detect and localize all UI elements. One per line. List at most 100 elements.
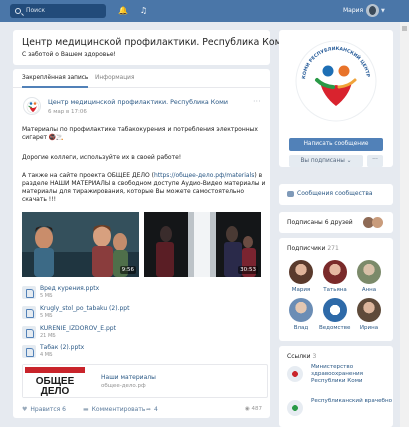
search-input[interactable]: Поиск xyxy=(10,4,106,18)
share-icon: ➦ xyxy=(146,406,152,413)
document-icon xyxy=(22,286,36,299)
post-text-span: А также на сайте проекта ОБЩЕЕ ДЕЛО ( xyxy=(22,172,154,179)
like-button[interactable]: ♥ Нравится 6 xyxy=(22,406,66,413)
subscribed-button[interactable]: Вы подписаны ⌄ xyxy=(289,155,363,167)
link-snippet[interactable]: ОБЩЕЕ ДЕЛО Наши материалы общее-дело.рф xyxy=(22,364,268,398)
links-label: Ссылки xyxy=(287,353,311,360)
link-item[interactable]: Министерство здравоохранения Республики … xyxy=(287,364,391,388)
comment-button[interactable]: ▬ Комментировать xyxy=(83,406,145,413)
file-name[interactable]: Вред курения.pptx xyxy=(40,285,99,292)
scrollbar-thumb[interactable] xyxy=(402,26,407,31)
file-name[interactable]: KURENIE_IZDOROV_E.ppt xyxy=(40,325,116,332)
attached-file[interactable]: KURENIE_IZDOROV_E.ppt 21 МБ xyxy=(22,325,222,343)
subscriber-item[interactable]: Ирина xyxy=(353,298,385,334)
tab-pinned-post[interactable]: Закреплённая запись xyxy=(22,75,89,88)
avatar[interactable] xyxy=(289,298,313,322)
search-placeholder: Поиск xyxy=(26,7,46,14)
subscriber-item[interactable]: Татьяна xyxy=(319,260,351,296)
avatar[interactable] xyxy=(323,298,347,322)
subscriber-item[interactable]: Анна xyxy=(353,260,385,296)
subscriber-name[interactable]: Мария xyxy=(285,287,317,293)
links-title[interactable]: Ссылки 3 xyxy=(287,353,316,360)
subscriber-name[interactable]: Анна xyxy=(353,287,385,293)
tab-information[interactable]: Информация xyxy=(95,75,134,81)
chat-icon xyxy=(287,191,294,197)
file-name[interactable]: Табак (2).pptx xyxy=(40,344,84,351)
svg-text:ДЕЛО: ДЕЛО xyxy=(41,386,70,397)
video-thumbnail[interactable]: 9:56 xyxy=(22,212,139,277)
heart-icon: ♥ xyxy=(22,406,28,413)
friends-subscribed-label[interactable]: Подписаны 6 друзей xyxy=(287,219,353,226)
friend-avatar[interactable] xyxy=(372,217,383,228)
post-text-paragraph: Дорогие коллеги, используйте их в своей … xyxy=(22,154,182,161)
ministry-logo-icon xyxy=(287,366,303,382)
link-text[interactable]: Республиканский врачебно xyxy=(311,398,393,405)
search-icon xyxy=(15,8,21,14)
attached-file[interactable]: Krugly_stol_po_tabaku (2).ppt 5 МБ xyxy=(22,305,222,323)
post-actions: ♥ Нравится 6 ▬ Комментировать ➦ 4 ◉ 487 xyxy=(13,403,270,418)
subscriber-name[interactable]: Татьяна xyxy=(319,287,351,293)
friends-subscribed-card[interactable]: Подписаны 6 друзей xyxy=(279,212,393,233)
document-icon xyxy=(22,326,36,339)
post-menu-icon[interactable]: ··· xyxy=(253,97,261,106)
user-avatar[interactable] xyxy=(366,4,379,17)
link-text[interactable]: Министерство здравоохранения Республики … xyxy=(311,364,393,385)
subscriber-name[interactable]: Влад xyxy=(285,325,317,331)
wall-card: Закреплённая запись Информация Центр мед… xyxy=(13,69,270,418)
attached-file[interactable]: Вред курения.pptx 5 МБ xyxy=(22,285,222,303)
video-duration: 9:56 xyxy=(119,266,136,274)
top-navigation-bar: Поиск 🔔 ♫ Мария ▼ xyxy=(0,0,409,22)
post-date[interactable]: 6 мар в 17:06 xyxy=(48,109,87,115)
post-author-avatar[interactable] xyxy=(23,97,41,115)
link-thumbnail[interactable]: ОБЩЕЕ ДЕЛО xyxy=(23,365,87,397)
group-status: С заботой о Вашем здоровье! xyxy=(22,51,116,58)
more-actions-button[interactable]: ··· xyxy=(367,155,383,167)
video-thumbnail[interactable]: 30:53 xyxy=(144,212,261,277)
file-size: 21 МБ xyxy=(40,333,56,339)
subscriber-item[interactable]: Влад xyxy=(285,298,317,334)
links-card: Ссылки 3 Министерство здравоохранения Ре… xyxy=(279,346,393,427)
send-message-button[interactable]: Написать сообщение xyxy=(289,138,383,151)
music-icon[interactable]: ♫ xyxy=(139,6,148,15)
subscribers-title[interactable]: Подписчики 271 xyxy=(287,245,339,252)
like-label: Нравится xyxy=(30,406,61,413)
avatar[interactable] xyxy=(289,260,313,284)
subscribers-count: 271 xyxy=(327,245,339,252)
subscriber-item[interactable]: Мария xyxy=(285,260,317,296)
page-title: Центр медицинской профилактики. Республи… xyxy=(22,37,288,48)
subscribers-card: Подписчики 271 Мария Татьяна Анна Влад В… xyxy=(279,238,393,341)
link-domain: общее-дело.рф xyxy=(101,383,146,389)
file-name[interactable]: Krugly_stol_po_tabaku (2).ppt xyxy=(40,305,129,312)
avatar[interactable] xyxy=(323,260,347,284)
chevron-down-icon[interactable]: ▼ xyxy=(381,8,385,14)
user-name[interactable]: Мария xyxy=(343,5,363,17)
subscriber-item[interactable]: Ведомстве... xyxy=(319,298,351,334)
post-link[interactable]: https://общее-дело.рф/materials xyxy=(154,172,254,179)
file-size: 4 МБ xyxy=(40,352,53,358)
comment-label: Комментировать xyxy=(91,406,146,413)
views-count: ◉ 487 xyxy=(245,406,262,412)
bell-icon[interactable]: 🔔 xyxy=(118,6,128,15)
group-avatar-card: КОМИ РЕСПУБЛИКАНСКИЙ ЦЕНТР МЕДИЦИНСКОЙ П… xyxy=(279,30,393,167)
post-text-paragraph: Материалы по профилактике табакокурения … xyxy=(22,126,258,141)
community-messages-card[interactable]: Сообщения сообщества xyxy=(279,184,393,205)
community-messages-label[interactable]: Сообщения сообщества xyxy=(297,190,373,197)
subscriber-name[interactable]: Ведомстве... xyxy=(319,325,351,331)
avatar[interactable] xyxy=(357,298,381,322)
attached-file[interactable]: Табак (2).pptx 4 МБ xyxy=(22,344,222,362)
subscribers-label: Подписчики xyxy=(287,245,326,252)
clinic-logo-icon xyxy=(287,400,303,416)
link-item[interactable]: Республиканский врачебно xyxy=(287,398,393,422)
group-logo[interactable]: КОМИ РЕСПУБЛИКАНСКИЙ ЦЕНТР МЕДИЦИНСКОЙ П… xyxy=(291,32,379,124)
subscriber-name[interactable]: Ирина xyxy=(353,325,385,331)
scrollbar[interactable] xyxy=(400,22,409,427)
post-author-name[interactable]: Центр медицинской профилактики. Республи… xyxy=(48,99,228,106)
links-count: 3 xyxy=(312,353,317,360)
video-duration: 30:53 xyxy=(238,266,258,274)
share-button[interactable]: ➦ 4 xyxy=(146,406,158,413)
avatar[interactable] xyxy=(357,260,381,284)
document-icon xyxy=(22,345,36,358)
link-title[interactable]: Наши материалы xyxy=(101,374,156,381)
comment-icon: ▬ xyxy=(83,406,89,413)
file-size: 5 МБ xyxy=(40,313,53,319)
